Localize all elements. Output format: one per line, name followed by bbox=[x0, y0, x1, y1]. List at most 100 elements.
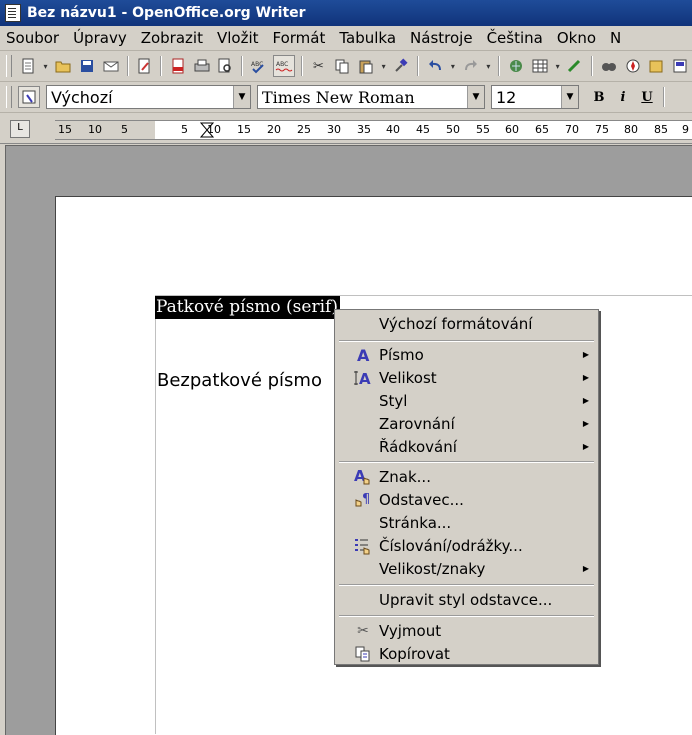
format-paintbrush-icon[interactable] bbox=[392, 56, 412, 76]
paragraph-icon: ¶ bbox=[353, 490, 373, 510]
menu-item-character[interactable]: A Znak... bbox=[335, 465, 598, 488]
menu-item-label: Zarovnání bbox=[379, 414, 455, 433]
menu-item-case[interactable]: Velikost/znaky ▶ bbox=[335, 557, 598, 580]
ruler-tick: 65 bbox=[535, 123, 549, 136]
font-size-select[interactable]: 12 ▼ bbox=[491, 85, 579, 109]
menu-napoveda[interactable]: N bbox=[604, 29, 629, 47]
save-icon[interactable] bbox=[77, 56, 97, 76]
menu-item-paragraph[interactable]: ¶ Odstavec... bbox=[335, 488, 598, 511]
menu-item-label: Znak... bbox=[379, 467, 431, 486]
italic-button[interactable]: i bbox=[612, 86, 634, 108]
menu-separator bbox=[339, 340, 594, 342]
menu-item-copy[interactable]: Kopírovat bbox=[335, 642, 598, 665]
menu-nastroje[interactable]: Nástroje bbox=[404, 29, 481, 47]
horizontal-ruler[interactable]: L 15 10 5 5 10 15 20 25 30 35 40 45 50 5… bbox=[0, 113, 692, 144]
menu-vlozit[interactable]: Vložit bbox=[211, 29, 267, 47]
edit-file-icon[interactable] bbox=[135, 56, 155, 76]
menu-item-page[interactable]: Stránka... bbox=[335, 511, 598, 534]
menu-item-edit-paragraph-style[interactable]: Upravit styl odstavce... bbox=[335, 588, 598, 611]
bold-button[interactable]: B bbox=[588, 86, 610, 108]
ruler-tick: 80 bbox=[624, 123, 638, 136]
cut-icon[interactable]: ✂ bbox=[309, 56, 329, 76]
ruler-tick: 45 bbox=[416, 123, 430, 136]
menu-tabulka[interactable]: Tabulka bbox=[333, 29, 404, 47]
sans-serif-text[interactable]: Bezpatkové písmo bbox=[157, 369, 322, 393]
menu-item-default-formatting[interactable]: Výchozí formátování bbox=[335, 312, 598, 335]
menu-item-alignment[interactable]: Zarovnání ▶ bbox=[335, 412, 598, 435]
submenu-arrow-icon: ▶ bbox=[582, 442, 589, 451]
formatting-toolbar: Výchozí ▼ Times New Roman ▼ 12 ▼ B i U bbox=[0, 82, 692, 113]
standard-toolbar: ▾ ABC ABC ✂ ▾ ▾ ▾ ▾ bbox=[0, 51, 692, 82]
menu-item-label: Stránka... bbox=[379, 513, 452, 532]
menu-item-style[interactable]: Styl ▶ bbox=[335, 389, 598, 412]
table-dropdown-icon[interactable]: ▾ bbox=[554, 56, 562, 76]
tab-stop-selector[interactable]: L bbox=[10, 120, 30, 138]
toolbar-separator bbox=[241, 56, 244, 76]
menu-format[interactable]: Formát bbox=[267, 29, 334, 47]
menu-upravy[interactable]: Úpravy bbox=[67, 29, 135, 47]
redo-dropdown-icon[interactable]: ▾ bbox=[484, 56, 492, 76]
font-icon: A bbox=[353, 345, 373, 365]
menu-separator bbox=[339, 461, 594, 463]
menu-item-label: Velikost bbox=[379, 368, 437, 387]
email-icon[interactable] bbox=[101, 56, 121, 76]
ruler-tick: 15 bbox=[58, 123, 72, 136]
print-icon[interactable] bbox=[192, 56, 212, 76]
menu-item-label: Upravit styl odstavce... bbox=[379, 590, 553, 609]
menu-item-label: Vyjmout bbox=[379, 621, 442, 640]
data-sources-icon[interactable] bbox=[670, 56, 690, 76]
gallery-icon[interactable] bbox=[647, 56, 667, 76]
ruler-strip[interactable]: 15 10 5 5 10 15 20 25 30 35 40 45 50 55 … bbox=[55, 120, 692, 140]
submenu-arrow-icon: ▶ bbox=[582, 564, 589, 573]
menu-item-numbering[interactable]: Číslování/odrážky... bbox=[335, 534, 598, 557]
ruler-tick: 10 bbox=[88, 123, 102, 136]
menu-item-label: Odstavec... bbox=[379, 490, 464, 509]
chevron-down-icon[interactable]: ▼ bbox=[467, 86, 484, 108]
menu-item-font[interactable]: A Písmo ▶ bbox=[335, 343, 598, 366]
autospellcheck-icon[interactable]: ABC bbox=[272, 55, 295, 77]
selected-serif-text[interactable]: Patkové písmo (serif) bbox=[155, 296, 340, 319]
new-document-icon[interactable] bbox=[18, 56, 38, 76]
menu-cestina[interactable]: Čeština bbox=[481, 29, 551, 47]
new-dropdown-icon[interactable]: ▾ bbox=[42, 56, 50, 76]
open-folder-icon[interactable] bbox=[54, 56, 74, 76]
menu-item-size[interactable]: A Velikost ▶ bbox=[335, 366, 598, 389]
ruler-tick: 30 bbox=[327, 123, 341, 136]
draw-functions-icon[interactable] bbox=[566, 56, 586, 76]
underline-button[interactable]: U bbox=[636, 86, 658, 108]
toolbar-grip[interactable] bbox=[6, 55, 12, 77]
spellcheck-icon[interactable]: ABC bbox=[249, 56, 269, 76]
writer-app-icon[interactable] bbox=[5, 4, 21, 22]
text-boundary-left bbox=[155, 295, 156, 734]
font-size-icon: A bbox=[353, 368, 373, 388]
menu-soubor[interactable]: Soubor bbox=[0, 29, 67, 47]
navigator-icon[interactable] bbox=[623, 56, 643, 76]
table-icon[interactable] bbox=[530, 56, 550, 76]
svg-text:A: A bbox=[357, 347, 370, 363]
print-preview-icon[interactable] bbox=[216, 56, 236, 76]
paste-dropdown-icon[interactable]: ▾ bbox=[380, 56, 388, 76]
menu-item-label: Písmo bbox=[379, 345, 424, 364]
redo-icon[interactable] bbox=[461, 56, 481, 76]
svg-text:A: A bbox=[359, 370, 371, 386]
export-pdf-icon[interactable] bbox=[168, 56, 188, 76]
toolbar-separator bbox=[591, 56, 594, 76]
toolbar-grip[interactable] bbox=[6, 86, 12, 108]
paste-icon[interactable] bbox=[356, 56, 376, 76]
undo-dropdown-icon[interactable]: ▾ bbox=[449, 56, 457, 76]
ruler-tick: 5 bbox=[121, 123, 128, 136]
paragraph-style-value: Výchozí bbox=[51, 87, 113, 107]
chevron-down-icon[interactable]: ▼ bbox=[561, 86, 578, 108]
font-name-select[interactable]: Times New Roman ▼ bbox=[257, 85, 485, 109]
undo-icon[interactable] bbox=[425, 56, 445, 76]
menu-okno[interactable]: Okno bbox=[551, 29, 604, 47]
menu-item-cut[interactable]: ✂ Vyjmout bbox=[335, 619, 598, 642]
find-replace-icon[interactable] bbox=[599, 56, 619, 76]
paragraph-style-select[interactable]: Výchozí ▼ bbox=[46, 85, 251, 109]
menu-zobrazit[interactable]: Zobrazit bbox=[135, 29, 211, 47]
styles-formatting-icon[interactable] bbox=[18, 86, 40, 108]
menu-item-line-spacing[interactable]: Řádkování ▶ bbox=[335, 435, 598, 458]
chevron-down-icon[interactable]: ▼ bbox=[233, 86, 250, 108]
hyperlink-icon[interactable] bbox=[506, 56, 526, 76]
copy-icon[interactable] bbox=[332, 56, 352, 76]
